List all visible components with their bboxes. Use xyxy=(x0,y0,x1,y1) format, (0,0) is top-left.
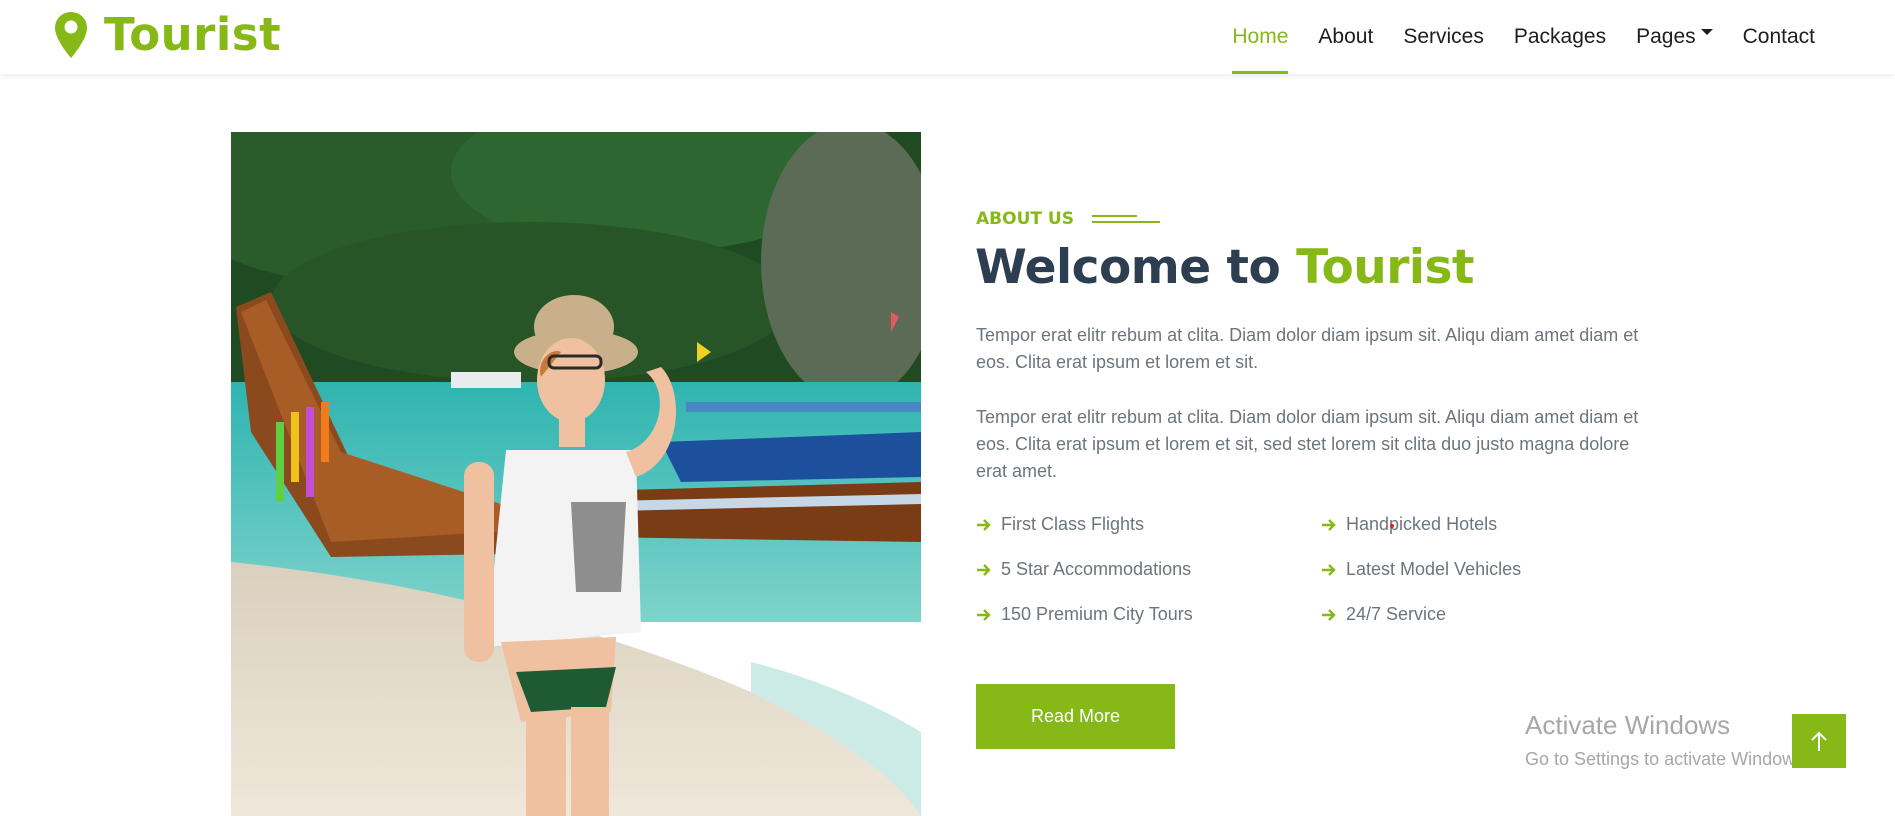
map-marker-icon xyxy=(55,11,87,58)
feature-label: First Class Flights xyxy=(1001,514,1145,534)
feature-label: Latest Model Vehicles xyxy=(1346,559,1522,579)
feature-item: First Class Flights xyxy=(976,514,1144,535)
feature-item: 5 Star Accommodations xyxy=(976,559,1191,580)
nav-item-contact[interactable]: Contact xyxy=(1743,0,1815,74)
feature-item: Handpicked Hotels xyxy=(1321,514,1497,535)
navbar: Tourist Home About Services Packages Pag… xyxy=(0,0,1895,74)
nav-label: Contact xyxy=(1742,25,1815,48)
nav-label: Services xyxy=(1403,25,1484,48)
feature-label: 5 Star Accommodations xyxy=(1001,559,1192,579)
arrow-right-icon xyxy=(977,518,991,531)
arrow-right-icon xyxy=(1322,563,1336,576)
nav-item-services[interactable]: Services xyxy=(1403,0,1484,74)
arrow-right-icon xyxy=(977,608,991,621)
section-label-decoration xyxy=(1091,212,1162,226)
brand-logo[interactable]: Tourist xyxy=(54,8,281,61)
feature-item: 24/7 Service xyxy=(1321,604,1446,625)
about-paragraph: Tempor erat elitr rebum at clita. Diam d… xyxy=(976,325,1639,372)
read-more-button[interactable]: Read More xyxy=(976,684,1175,749)
nav-label: About xyxy=(1318,25,1374,48)
mouse-cursor xyxy=(1390,524,1394,528)
caret-down-icon xyxy=(1700,29,1713,35)
feature-item: Latest Model Vehicles xyxy=(1321,559,1521,580)
arrow-right-icon xyxy=(1322,518,1336,531)
nav-item-home[interactable]: Home xyxy=(1232,0,1289,74)
main-nav: Home About Services Packages Pages Conta… xyxy=(1202,0,1815,74)
page-title: Welcome to Tourist xyxy=(975,240,1474,295)
feature-item: 150 Premium City Tours xyxy=(976,604,1193,625)
arrow-right-icon xyxy=(1322,608,1336,621)
back-to-top-button[interactable] xyxy=(1792,714,1846,768)
section-label-text: ABOUT US xyxy=(976,209,1074,229)
watermark-title: Activate Windows xyxy=(1525,710,1731,740)
nav-item-packages[interactable]: Packages xyxy=(1514,0,1606,74)
feature-label: 24/7 Service xyxy=(1346,604,1447,624)
nav-label: Home xyxy=(1232,25,1289,48)
feature-label: Handpicked Hotels xyxy=(1346,514,1498,534)
title-prefix: Welcome to xyxy=(975,240,1297,295)
watermark-subtitle: Go to Settings to activate Windows. xyxy=(1525,749,1810,769)
nav-label: Pages xyxy=(1636,25,1696,48)
about-image xyxy=(231,132,921,816)
title-accent: Tourist xyxy=(1296,240,1474,295)
nav-label: Packages xyxy=(1513,25,1607,48)
about-paragraph: Tempor erat elitr rebum at clita. Diam d… xyxy=(976,407,1639,481)
section-label: ABOUT US xyxy=(976,209,1162,229)
windows-activation-watermark: Activate Windows Go to Settings to activ… xyxy=(1525,710,1809,770)
arrow-right-icon xyxy=(977,563,991,576)
brand-name: Tourist xyxy=(104,8,282,61)
feature-label: 150 Premium City Tours xyxy=(1001,604,1193,624)
nav-item-about[interactable]: About xyxy=(1318,0,1373,74)
nav-item-pages-dropdown[interactable]: Pages xyxy=(1636,0,1713,74)
arrow-up-icon xyxy=(1811,731,1827,751)
